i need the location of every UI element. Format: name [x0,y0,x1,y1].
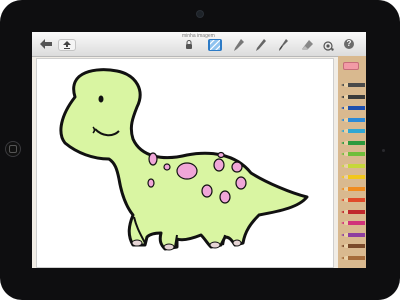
color-palette [338,56,366,268]
dinosaur-drawing [59,68,309,251]
help-button[interactable]: ? [344,39,354,49]
color-pencil[interactable] [341,132,365,145]
color-pencil[interactable] [341,86,365,99]
eraser-swatch[interactable] [343,62,359,70]
color-pencil[interactable] [341,143,365,156]
app-screen: minha imagem ? [32,32,366,268]
brush-tool[interactable] [277,39,291,51]
back-arrow-icon [40,39,52,49]
color-pencil[interactable] [341,109,365,122]
back-button[interactable] [38,38,54,50]
color-pencil[interactable] [341,235,365,248]
tablet-frame: minha imagem ? [0,0,400,300]
color-pencil[interactable] [341,201,365,214]
color-pencil[interactable] [341,97,365,110]
pattern-icon [210,40,220,50]
eraser-tool[interactable] [300,39,314,51]
pencil-icon [256,39,266,51]
upload-icon [63,41,71,49]
color-pencil[interactable] [341,155,365,168]
eraser-icon [301,39,313,50]
sensor-dot [382,149,385,152]
color-pencil[interactable] [341,178,365,191]
color-pencil[interactable] [341,224,365,237]
lock-tool[interactable] [182,39,196,51]
lock-icon [186,40,192,49]
color-pencil[interactable] [341,189,365,202]
marker-tool[interactable] [232,39,246,51]
toolbar: minha imagem ? [32,32,366,57]
pattern-tool[interactable] [208,39,222,51]
color-pencil[interactable] [341,247,365,260]
home-button[interactable] [5,141,21,157]
drawing-canvas[interactable] [36,58,334,268]
camera [197,11,203,17]
color-pencil[interactable] [341,74,365,87]
fill-tool[interactable] [321,39,335,51]
color-pencil[interactable] [341,166,365,179]
brush-icon [279,39,288,51]
color-pencil[interactable] [341,120,365,133]
color-pencil[interactable] [341,212,365,225]
paint-bucket-icon [322,40,334,51]
marker-icon [234,39,244,51]
pencil-tool[interactable] [254,39,268,51]
share-button[interactable] [58,39,76,51]
